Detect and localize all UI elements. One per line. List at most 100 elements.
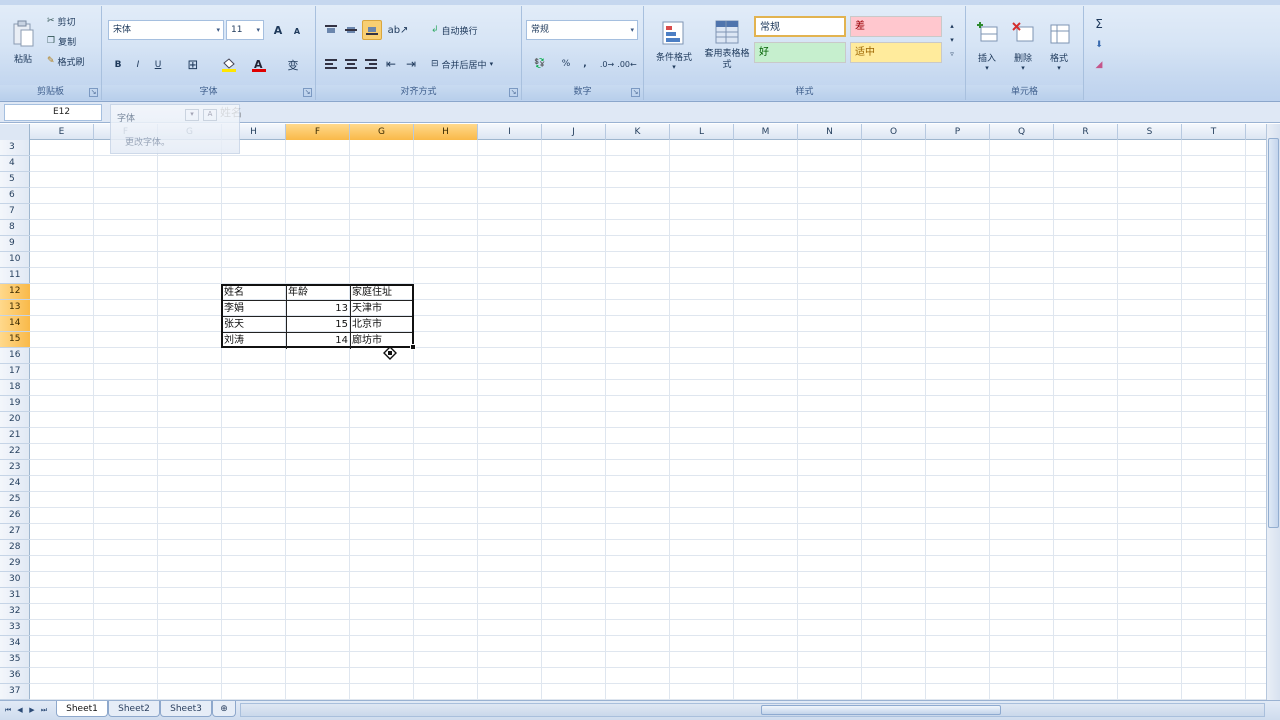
style-bad[interactable]: 差 (850, 16, 942, 37)
vertical-scroll-thumb[interactable] (1268, 138, 1279, 528)
column-header[interactable]: M (734, 124, 798, 140)
fill-button[interactable]: ⬇ (1092, 38, 1106, 52)
row-header[interactable]: 18 (0, 380, 30, 396)
merge-center-button[interactable]: ⊟ 合并后居中 ▾ (430, 56, 494, 72)
table-format-button[interactable]: 套用表格格式 (702, 12, 752, 78)
horizontal-scroll-thumb[interactable] (761, 705, 1001, 715)
copy-button[interactable]: ❐ 复制 (46, 34, 77, 48)
decrease-indent-button[interactable]: ⇤ (382, 56, 400, 72)
table-header-cell[interactable]: 家庭住址 (351, 285, 412, 301)
column-header[interactable]: R (1054, 124, 1118, 140)
align-left-button[interactable] (322, 56, 340, 72)
style-normal[interactable]: 常规 (754, 16, 846, 37)
row-header[interactable]: 20 (0, 412, 30, 428)
first-sheet-icon[interactable]: ⏮ (2, 704, 14, 717)
underline-button[interactable]: U (150, 56, 166, 74)
font-name-dropdown[interactable]: 宋体 ▾ (108, 20, 224, 40)
table-cell[interactable]: 14 (287, 333, 351, 349)
row-header[interactable]: 5 (0, 172, 30, 188)
row-header[interactable]: 30 (0, 572, 30, 588)
row-header[interactable]: 19 (0, 396, 30, 412)
align-center-button[interactable] (342, 56, 360, 72)
column-header[interactable]: T (1182, 124, 1246, 140)
column-header[interactable]: Q (990, 124, 1054, 140)
row-header[interactable]: 23 (0, 460, 30, 476)
row-header[interactable]: 16 (0, 348, 30, 364)
fill-handle[interactable] (410, 344, 416, 350)
comma-button[interactable]: , (578, 56, 592, 72)
next-sheet-icon[interactable]: ▶ (26, 704, 38, 717)
column-header[interactable]: P (926, 124, 990, 140)
row-header[interactable]: 4 (0, 156, 30, 172)
column-header[interactable]: L (670, 124, 734, 140)
styles-gallery-scroll[interactable]: ▴ ▾ ▿ (946, 16, 958, 64)
name-box[interactable]: E12 (4, 104, 102, 121)
font-color-button[interactable]: A (248, 56, 270, 74)
row-header[interactable]: 25 (0, 492, 30, 508)
row-header[interactable]: 17 (0, 364, 30, 380)
align-bottom-button[interactable] (362, 20, 382, 40)
borders-button[interactable]: ⊞ (182, 56, 204, 74)
row-header[interactable]: 36 (0, 668, 30, 684)
phonetic-button[interactable]: 变 (282, 56, 304, 74)
style-neutral[interactable]: 适中 (850, 42, 942, 63)
font-size-dropdown[interactable]: 11 ▾ (226, 20, 264, 40)
number-launcher-icon[interactable]: ↘ (631, 88, 640, 97)
row-header[interactable]: 33 (0, 620, 30, 636)
horizontal-scrollbar[interactable] (240, 703, 1265, 717)
style-good[interactable]: 好 (754, 42, 846, 63)
decrease-decimal-button[interactable]: .00← (617, 56, 636, 72)
sheet-tab-1[interactable]: Sheet1 (56, 701, 108, 717)
grow-font-button[interactable]: A (270, 22, 286, 38)
row-header[interactable]: 35 (0, 652, 30, 668)
column-header[interactable]: J (542, 124, 606, 140)
row-header[interactable]: 37 (0, 684, 30, 700)
table-header-cell[interactable]: 年龄 (287, 285, 351, 301)
row-header[interactable]: 8 (0, 220, 30, 236)
row-header[interactable]: 15 (0, 332, 30, 348)
table-header-cell[interactable]: 姓名 (223, 285, 287, 301)
row-header[interactable]: 10 (0, 252, 30, 268)
column-header[interactable]: E (30, 124, 94, 140)
fill-color-button[interactable] (218, 56, 240, 74)
format-cells-button[interactable]: 格式 ▾ (1042, 14, 1076, 78)
column-header[interactable]: S (1118, 124, 1182, 140)
column-header[interactable]: I (478, 124, 542, 140)
row-header[interactable]: 34 (0, 636, 30, 652)
number-format-dropdown[interactable]: 常规 ▾ (526, 20, 638, 40)
row-header[interactable]: 13 (0, 300, 30, 316)
row-header[interactable]: 9 (0, 236, 30, 252)
row-header[interactable]: 14 (0, 316, 30, 332)
row-header[interactable]: 32 (0, 604, 30, 620)
align-middle-button[interactable] (342, 22, 360, 38)
bold-button[interactable]: B (110, 56, 126, 74)
format-painter-button[interactable]: ✎ 格式刷 (46, 54, 86, 68)
row-header[interactable]: 7 (0, 204, 30, 220)
prev-sheet-icon[interactable]: ◀ (14, 704, 26, 717)
paste-button[interactable]: 粘贴 (6, 12, 40, 72)
column-header[interactable]: F (286, 124, 350, 140)
increase-indent-button[interactable]: ⇥ (402, 56, 420, 72)
align-top-button[interactable] (322, 22, 340, 38)
insert-cells-button[interactable]: 插入 ▾ (970, 14, 1004, 78)
column-header[interactable]: O (862, 124, 926, 140)
shrink-font-button[interactable]: A (290, 24, 304, 38)
cell-grid[interactable] (30, 140, 1266, 700)
row-header[interactable]: 24 (0, 476, 30, 492)
table-cell[interactable]: 13 (287, 301, 351, 317)
orientation-button[interactable]: ab↗ (386, 22, 410, 38)
wrap-text-button[interactable]: ↲ 自动换行 (430, 22, 479, 38)
table-cell[interactable]: 15 (287, 317, 351, 333)
last-sheet-icon[interactable]: ⏭ (38, 704, 50, 717)
table-cell[interactable]: 张天 (223, 317, 287, 333)
table-cell[interactable]: 李娟 (223, 301, 287, 317)
alignment-launcher-icon[interactable]: ↘ (509, 88, 518, 97)
column-header[interactable]: G (350, 124, 414, 140)
delete-cells-button[interactable]: 删除 ▾ (1006, 14, 1040, 78)
row-header[interactable]: 11 (0, 268, 30, 284)
row-header[interactable]: 21 (0, 428, 30, 444)
column-header[interactable]: N (798, 124, 862, 140)
data-table[interactable]: 姓名 年龄 家庭住址 李娟 13 天津市 张天 15 北京市 刘涛 14 廊坊市 (221, 284, 414, 349)
row-header[interactable]: 28 (0, 540, 30, 556)
italic-button[interactable]: I (130, 56, 146, 74)
